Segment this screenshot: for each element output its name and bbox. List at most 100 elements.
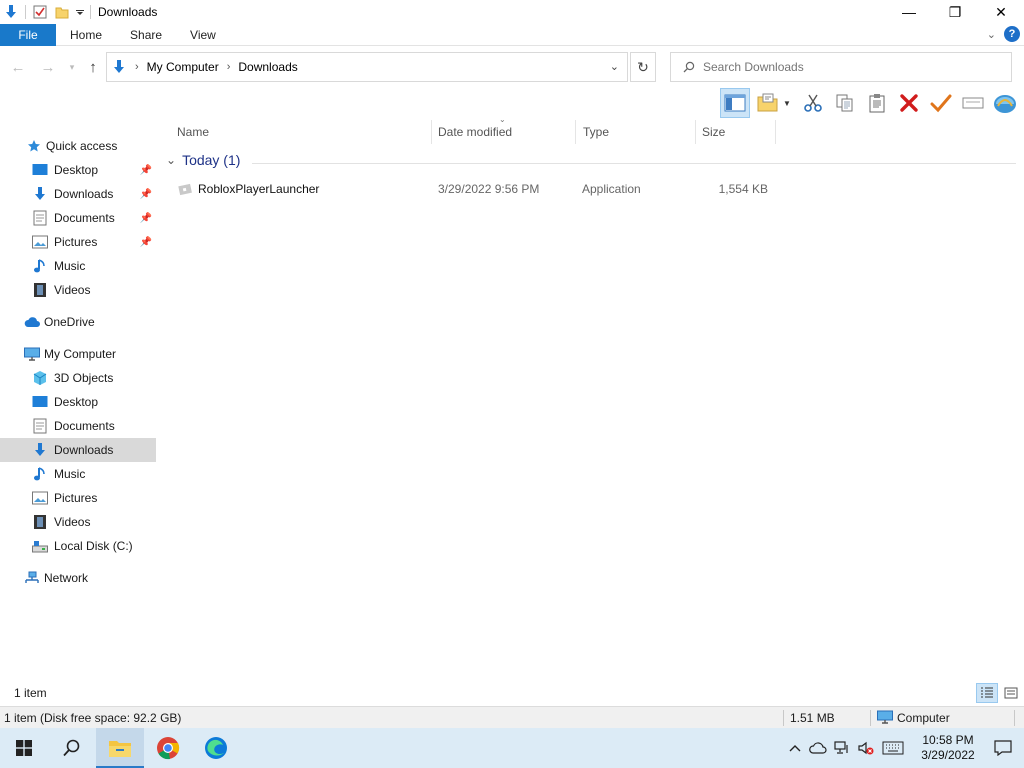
nav-local-disk[interactable]: Local Disk (C:) (0, 534, 156, 558)
status-divider (783, 710, 784, 726)
breadcrumb-my-computer[interactable]: My Computer (147, 60, 219, 74)
rename-icon[interactable] (958, 88, 988, 118)
close-button[interactable]: ✕ (978, 0, 1024, 24)
search-box[interactable] (670, 52, 1012, 82)
paste-icon[interactable] (862, 88, 892, 118)
pin-icon[interactable]: 📌 (140, 165, 152, 176)
videos-icon (32, 514, 48, 530)
nav-quick-videos[interactable]: Videos (0, 278, 156, 302)
address-dropdown-icon[interactable]: ⌄ (610, 60, 619, 73)
column-header-date[interactable]: Date modified (438, 120, 572, 144)
videos-icon (32, 282, 48, 298)
edge-icon[interactable] (192, 728, 240, 768)
tab-file[interactable]: File (0, 23, 56, 46)
nav-item-label: Documents (54, 419, 115, 433)
title-bar: Downloads — ❐ ✕ (0, 0, 1024, 24)
volume-muted-icon[interactable] (854, 741, 878, 755)
notifications-icon[interactable] (988, 740, 1018, 756)
window-controls: — ❐ ✕ (886, 0, 1024, 24)
tab-share[interactable]: Share (116, 24, 176, 46)
customize-toolbar-icon[interactable] (73, 1, 87, 23)
nav-3d-objects[interactable]: 3D Objects (0, 366, 156, 390)
column-divider[interactable] (431, 120, 432, 144)
start-button[interactable] (0, 728, 48, 768)
nav-quick-access[interactable]: Quick access (0, 134, 156, 158)
column-header-size[interactable]: Size (702, 120, 772, 144)
search-input[interactable] (703, 60, 993, 74)
show-hidden-icons-icon[interactable] (784, 744, 806, 752)
help-icon[interactable]: ? (1004, 26, 1020, 42)
back-button[interactable]: ← (6, 55, 30, 79)
nav-item-label: Pictures (54, 235, 98, 249)
new-folder-menu-icon[interactable]: ▼ (752, 88, 796, 118)
nav-quick-desktop[interactable]: Desktop 📌 (0, 158, 156, 182)
copy-icon[interactable] (830, 88, 860, 118)
chrome-icon[interactable] (144, 728, 192, 768)
nav-videos[interactable]: Videos (0, 510, 156, 534)
clock[interactable]: 10:58 PM 3/29/2022 (916, 733, 980, 763)
pin-icon[interactable]: 📌 (140, 237, 152, 248)
search-icon[interactable] (48, 728, 96, 768)
forward-button[interactable]: → (36, 55, 60, 79)
nav-onedrive[interactable]: OneDrive (0, 310, 156, 334)
column-divider[interactable] (775, 120, 776, 144)
nav-my-computer[interactable]: My Computer (0, 342, 156, 366)
nav-item-label: Downloads (54, 443, 114, 457)
large-icons-view-icon[interactable] (1002, 685, 1020, 701)
delete-icon[interactable] (894, 88, 924, 118)
up-button[interactable]: ↑ (81, 55, 105, 79)
network-tray-icon[interactable] (830, 741, 854, 755)
file-row[interactable]: RobloxPlayerLauncher 3/29/2022 9:56 PM A… (166, 178, 776, 200)
navigation-pane-toggle-icon[interactable] (720, 88, 750, 118)
file-name-cell[interactable]: RobloxPlayerLauncher (178, 178, 319, 200)
status-bar: 1 item (0, 682, 1024, 704)
nav-music[interactable]: Music (0, 462, 156, 486)
apply-checkmark-icon[interactable] (926, 88, 956, 118)
nav-item-label: OneDrive (44, 315, 95, 329)
column-header-type[interactable]: Type (583, 120, 691, 144)
file-explorer-icon[interactable] (96, 728, 144, 768)
nav-quick-downloads[interactable]: Downloads 📌 (0, 182, 156, 206)
cloud-icon (24, 314, 40, 330)
keyboard-icon[interactable] (878, 741, 908, 755)
command-toolbar: ▼ (720, 88, 1020, 118)
tab-view[interactable]: View (176, 24, 230, 46)
pin-icon[interactable]: 📌 (140, 189, 152, 200)
chevron-down-icon[interactable]: ⌄ (166, 153, 176, 167)
new-folder-icon[interactable] (51, 1, 73, 23)
downloads-folder-icon (0, 1, 22, 23)
breadcrumb-chevron-icon[interactable]: › (227, 61, 231, 73)
search-icon (683, 61, 695, 73)
column-header-name[interactable]: Name (177, 120, 427, 144)
group-divider (252, 163, 1016, 164)
detail-status-bar: 1 item (Disk free space: 92.2 GB) 1.51 M… (0, 706, 1024, 728)
globe-shell-icon[interactable] (990, 88, 1020, 118)
nav-quick-pictures[interactable]: Pictures 📌 (0, 230, 156, 254)
address-bar[interactable]: › My Computer › Downloads ⌄ (106, 52, 628, 82)
minimize-button[interactable]: — (886, 0, 932, 24)
pin-icon[interactable]: 📌 (140, 213, 152, 224)
tab-home[interactable]: Home (56, 24, 116, 46)
navigation-row: ← → ▾ ↑ › My Computer › Downloads ⌄ ↻ (0, 50, 1024, 84)
column-divider[interactable] (695, 120, 696, 144)
cut-icon[interactable] (798, 88, 828, 118)
nav-pictures[interactable]: Pictures (0, 486, 156, 510)
nav-quick-music[interactable]: Music (0, 254, 156, 278)
breadcrumb-chevron-icon[interactable]: › (135, 61, 139, 73)
nav-documents[interactable]: Documents (0, 414, 156, 438)
nav-network[interactable]: Network (0, 566, 156, 590)
file-type: Application (582, 182, 641, 196)
desktop-icon (32, 394, 48, 410)
expand-ribbon-icon[interactable]: ⌄ (987, 28, 996, 41)
nav-desktop[interactable]: Desktop (0, 390, 156, 414)
breadcrumb-downloads[interactable]: Downloads (238, 60, 297, 74)
refresh-button[interactable]: ↻ (630, 52, 656, 82)
details-view-icon[interactable] (976, 683, 998, 703)
column-divider[interactable] (575, 120, 576, 144)
restore-button[interactable]: ❐ (932, 0, 978, 24)
onedrive-tray-icon[interactable] (806, 742, 830, 754)
group-header-today[interactable]: ⌄ Today (1) (166, 152, 240, 168)
nav-downloads[interactable]: Downloads (0, 438, 156, 462)
properties-icon[interactable] (29, 1, 51, 23)
nav-quick-documents[interactable]: Documents 📌 (0, 206, 156, 230)
